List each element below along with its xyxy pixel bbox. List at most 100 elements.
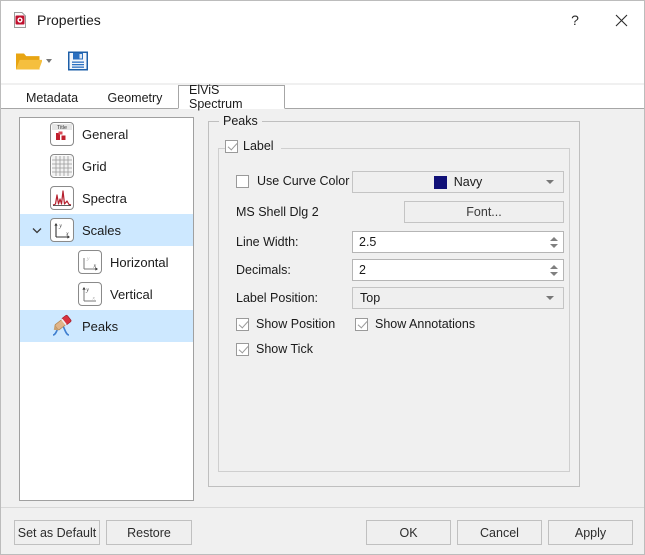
show-annotations-checkbox[interactable] — [355, 317, 368, 331]
stepper-down-icon[interactable] — [549, 243, 558, 248]
help-icon: ? — [571, 12, 579, 28]
tree-item-peaks[interactable]: Peaks — [20, 310, 193, 342]
tab-strip: Metadata Geometry ElViS Spectrum — [1, 83, 644, 111]
apply-button[interactable]: Apply — [548, 520, 633, 545]
chevron-down-icon — [546, 296, 554, 300]
label-group-header: Label — [225, 139, 277, 153]
ok-button[interactable]: OK — [366, 520, 451, 545]
axis-x-icon: y x — [78, 250, 102, 274]
decimals-input[interactable]: 2 — [352, 259, 564, 281]
stepper-down-icon[interactable] — [549, 271, 558, 276]
help-button[interactable]: ? — [552, 1, 598, 39]
title-bar-buttons: ? — [552, 1, 644, 39]
tree-item-vertical[interactable]: y x Vertical — [20, 278, 193, 310]
open-button[interactable] — [15, 49, 52, 73]
line-width-row: Line Width: — [236, 235, 299, 249]
properties-dialog: Properties ? Metadata Geometry ElViS Spe… — [0, 0, 645, 555]
tab-label: Geometry — [107, 90, 163, 105]
label-position-select[interactable]: Top — [352, 287, 564, 309]
svg-text:x: x — [65, 232, 69, 238]
spectra-peaks-icon — [50, 186, 74, 210]
label-checkbox[interactable] — [225, 139, 238, 153]
save-button[interactable] — [66, 49, 90, 73]
toolbar — [1, 39, 644, 83]
label-position-value: Top — [360, 291, 381, 305]
tree-item-general[interactable]: Title General — [20, 118, 193, 150]
decimals-label: Decimals: — [236, 263, 291, 277]
open-folder-dropdown-icon[interactable] — [46, 59, 52, 63]
use-curve-color-row: Use Curve Color — [236, 174, 349, 188]
restore-button[interactable]: Restore — [106, 520, 192, 545]
dialog-body: Title General Grid Spectra y x Scales y … — [1, 109, 644, 507]
peaks-group-title: Peaks — [219, 114, 262, 128]
color-swatch — [433, 175, 447, 189]
label-position-row: Label Position: — [236, 291, 318, 305]
tree-item-label: Vertical — [110, 286, 153, 302]
set-as-default-label: Set as Default — [17, 525, 97, 540]
close-icon — [615, 14, 627, 26]
tab-elvis-spectrum[interactable]: ElViS Spectrum — [178, 83, 285, 111]
tree-item-label: General — [82, 126, 129, 142]
open-folder-icon — [16, 53, 42, 70]
line-width-value: 2.5 — [359, 235, 377, 249]
close-button[interactable] — [598, 1, 644, 39]
show-annotations-row[interactable]: Show Annotations — [355, 317, 475, 331]
peaks-group: Peaks Label Use Curve Color Navy MS Shel… — [208, 114, 580, 487]
axes-xy-icon: y x — [50, 218, 74, 242]
font-button-label: Font... — [466, 205, 502, 219]
tree-item-spectra[interactable]: Spectra — [20, 182, 193, 214]
peak-color-select[interactable]: Navy — [352, 171, 564, 193]
svg-text:y: y — [58, 223, 62, 229]
show-position-label: Show Position — [256, 317, 336, 331]
chevron-down-icon[interactable] — [30, 214, 44, 246]
tree-item-label: Scales — [82, 222, 122, 238]
title-bar: Properties ? — [1, 1, 644, 39]
line-width-stepper[interactable] — [545, 232, 562, 252]
stepper-up-icon[interactable] — [549, 236, 558, 241]
svg-text:x: x — [92, 296, 96, 302]
use-curve-color-label: Use Curve Color — [257, 174, 350, 188]
tab-label: ElViS Spectrum — [189, 83, 243, 111]
settings-tree[interactable]: Title General Grid Spectra y x Scales y … — [19, 117, 194, 501]
svg-text:y: y — [86, 256, 90, 262]
label-group: Label Use Curve Color Navy MS Shell Dlg … — [218, 139, 570, 472]
decimals-stepper[interactable] — [545, 260, 562, 280]
save-floppy-icon — [68, 51, 88, 71]
chevron-down-icon — [546, 180, 554, 184]
decimals-value: 2 — [359, 263, 366, 277]
set-as-default-button[interactable]: Set as Default — [14, 520, 100, 545]
tree-item-label: Horizontal — [110, 254, 169, 270]
show-position-checkbox[interactable] — [236, 317, 249, 331]
title-chart-icon: Title — [50, 122, 74, 146]
show-tick-checkbox[interactable] — [236, 342, 249, 356]
use-curve-color-checkbox[interactable] — [236, 174, 249, 188]
show-position-row[interactable]: Show Position — [236, 317, 335, 331]
tab-geometry[interactable]: Geometry — [95, 86, 175, 109]
label-group-title: Label — [243, 139, 274, 153]
peak-marker-icon — [50, 314, 74, 338]
stepper-up-icon[interactable] — [549, 264, 558, 269]
dialog-footer: Set as Default Restore OK Cancel Apply — [1, 507, 644, 554]
svg-text:y: y — [85, 288, 89, 294]
line-width-input[interactable]: 2.5 — [352, 231, 564, 253]
font-button[interactable]: Font... — [404, 201, 564, 223]
tree-item-grid[interactable]: Grid — [20, 150, 193, 182]
tab-label: Metadata — [25, 90, 79, 105]
window-title: Properties — [37, 12, 101, 28]
tab-metadata[interactable]: Metadata — [13, 86, 91, 109]
cancel-label: Cancel — [480, 525, 519, 540]
ok-label: OK — [399, 525, 418, 540]
tree-item-horizontal[interactable]: y x Horizontal — [20, 246, 193, 278]
current-font-label: MS Shell Dlg 2 — [236, 205, 319, 219]
tree-item-label: Grid — [82, 158, 107, 174]
decimals-row: Decimals: — [236, 263, 291, 277]
show-tick-row[interactable]: Show Tick — [236, 342, 313, 356]
properties-document-icon — [12, 12, 28, 28]
restore-label: Restore — [127, 525, 171, 540]
tree-item-scales[interactable]: y x Scales — [20, 214, 193, 246]
show-annotations-label: Show Annotations — [375, 317, 476, 331]
apply-label: Apply — [574, 525, 607, 540]
peak-color-value: Navy — [453, 175, 483, 189]
cancel-button[interactable]: Cancel — [457, 520, 542, 545]
show-tick-label: Show Tick — [256, 342, 313, 356]
